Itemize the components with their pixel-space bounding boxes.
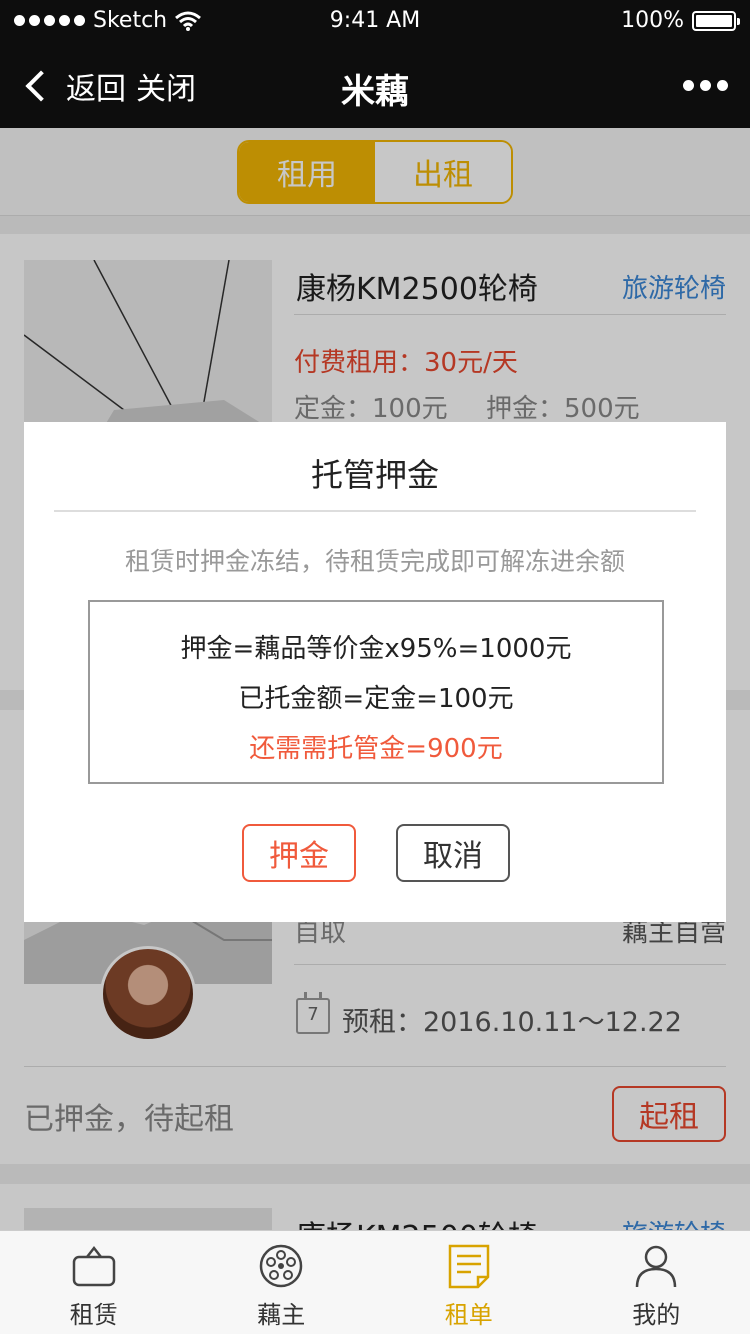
divider bbox=[54, 510, 696, 512]
remaining-amount: 还需需托管金=900元 bbox=[249, 734, 503, 764]
pay-deposit-button[interactable]: 押金 bbox=[242, 824, 356, 882]
battery-group: 100% bbox=[621, 8, 740, 33]
tab-label: 租赁 bbox=[69, 1301, 118, 1329]
dialog-title: 托管押金 bbox=[310, 456, 439, 494]
cancel-button[interactable]: 取消 bbox=[396, 824, 510, 882]
dialog-description: 租赁时押金冻结，待租赁完成即可解冻进余额 bbox=[124, 547, 625, 576]
battery-icon bbox=[692, 10, 740, 31]
order-list-icon bbox=[448, 1244, 489, 1289]
page-title: 米藕 bbox=[341, 72, 409, 112]
tab-label: 我的 bbox=[632, 1301, 681, 1329]
tab-owner[interactable]: 藕主 bbox=[188, 1231, 376, 1334]
deposit-calculation-box: 押金=藕品等价金x95%=1000元 已托金额=定金=100元 还需需托管金=9… bbox=[88, 600, 664, 784]
navigation-bar: 返回 关闭 米藕 bbox=[0, 42, 750, 128]
tab-label: 藕主 bbox=[257, 1301, 306, 1329]
user-icon bbox=[636, 1245, 677, 1288]
battery-percent: 100% bbox=[621, 8, 684, 33]
paid-amount-formula: 已托金额=定金=100元 bbox=[238, 684, 514, 714]
status-bar: Sketch 9:41 AM 100% bbox=[0, 0, 750, 42]
tab-orders[interactable]: 租单 bbox=[375, 1231, 563, 1334]
escrow-deposit-dialog: 托管押金 租赁时押金冻结，待租赁完成即可解冻进余额 押金=藕品等价金x95%=1… bbox=[24, 422, 726, 922]
tab-me[interactable]: 我的 bbox=[563, 1231, 750, 1334]
more-icon[interactable] bbox=[683, 80, 728, 91]
tab-label: 租单 bbox=[444, 1301, 493, 1329]
lotus-root-icon bbox=[260, 1244, 303, 1288]
tab-bar: 租赁 藕主 租单 我的 bbox=[0, 1230, 750, 1334]
deposit-formula: 押金=藕品等价金x95%=1000元 bbox=[180, 634, 572, 664]
tab-rental[interactable]: 租赁 bbox=[0, 1231, 188, 1334]
bag-icon bbox=[72, 1245, 115, 1287]
